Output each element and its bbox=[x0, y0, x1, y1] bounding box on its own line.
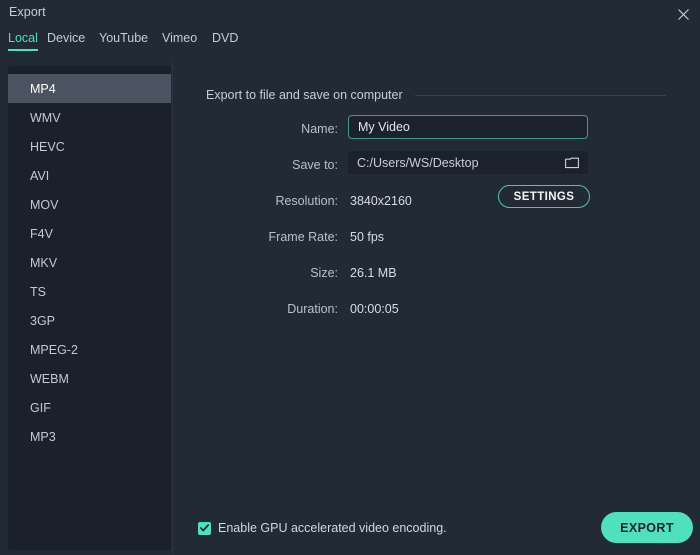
format-item-f4v[interactable]: F4V bbox=[8, 219, 171, 248]
export-button[interactable]: EXPORT bbox=[601, 512, 693, 543]
settings-button[interactable]: SETTINGS bbox=[498, 185, 590, 208]
tab-youtube[interactable]: YouTube bbox=[99, 31, 148, 51]
tab-bar: Local Device YouTube Vimeo DVD bbox=[0, 31, 700, 58]
format-item-ts[interactable]: TS bbox=[8, 277, 171, 306]
format-item-webm[interactable]: WEBM bbox=[8, 364, 171, 393]
format-item-mp4[interactable]: MP4 bbox=[8, 74, 171, 103]
duration-label: Duration: bbox=[287, 302, 338, 316]
close-button[interactable] bbox=[670, 2, 696, 26]
save-to-field[interactable]: C:/Users/WS/Desktop bbox=[348, 151, 588, 174]
size-label: Size: bbox=[310, 266, 338, 280]
format-item-gif[interactable]: GIF bbox=[8, 393, 171, 422]
format-item-3gp[interactable]: 3GP bbox=[8, 306, 171, 335]
name-input[interactable] bbox=[348, 115, 588, 139]
format-list: MP4 WMV HEVC AVI MOV F4V MKV TS 3GP MPEG-2 WEBM GIF… bbox=[8, 66, 171, 550]
frame-rate-value: 50 fps bbox=[350, 230, 385, 244]
section-header: Export to file and save on computer bbox=[206, 88, 666, 102]
tab-dvd[interactable]: DVD bbox=[212, 31, 238, 51]
format-item-hevc[interactable]: HEVC bbox=[8, 132, 171, 161]
save-to-path: C:/Users/WS/Desktop bbox=[357, 155, 479, 170]
window-title: Export bbox=[9, 5, 46, 19]
tab-vimeo[interactable]: Vimeo bbox=[162, 31, 197, 51]
export-settings-panel: Export to file and save on computer Name… bbox=[173, 58, 700, 555]
row-frame-rate: Frame Rate: 50 fps bbox=[173, 226, 700, 248]
section-title: Export to file and save on computer bbox=[206, 88, 403, 102]
format-item-mpeg-2[interactable]: MPEG-2 bbox=[8, 335, 171, 364]
format-item-mkv[interactable]: MKV bbox=[8, 248, 171, 277]
size-value: 26.1 MB bbox=[350, 266, 397, 280]
format-item-avi[interactable]: AVI bbox=[8, 161, 171, 190]
tab-local[interactable]: Local bbox=[8, 31, 38, 51]
frame-rate-label: Frame Rate: bbox=[268, 230, 338, 244]
row-save-to: Save to: C:/Users/WS/Desktop bbox=[173, 151, 700, 176]
gpu-acceleration-label: Enable GPU accelerated video encoding. bbox=[218, 521, 447, 535]
title-bar: Export bbox=[0, 0, 700, 30]
resolution-value: 3840x2160 bbox=[350, 194, 412, 208]
resolution-label: Resolution: bbox=[275, 194, 338, 208]
tab-device[interactable]: Device bbox=[47, 31, 85, 51]
format-item-wmv[interactable]: WMV bbox=[8, 103, 171, 132]
format-item-mp3[interactable]: MP3 bbox=[8, 422, 171, 451]
checkbox-box[interactable] bbox=[198, 521, 211, 535]
row-size: Size: 26.1 MB bbox=[173, 262, 700, 284]
check-icon bbox=[200, 524, 209, 532]
bottom-bar: Enable GPU accelerated video encoding. E… bbox=[173, 507, 700, 555]
close-icon bbox=[677, 8, 689, 20]
row-resolution: Resolution: 3840x2160 SETTINGS bbox=[173, 185, 700, 212]
save-to-label: Save to: bbox=[292, 158, 338, 172]
name-label: Name: bbox=[301, 122, 338, 136]
row-duration: Duration: 00:00:05 bbox=[173, 298, 700, 320]
section-rule bbox=[414, 94, 666, 96]
format-item-mov[interactable]: MOV bbox=[8, 190, 171, 219]
row-name: Name: bbox=[173, 115, 700, 140]
gpu-acceleration-checkbox[interactable]: Enable GPU accelerated video encoding. bbox=[198, 521, 447, 535]
folder-icon[interactable] bbox=[565, 157, 579, 169]
duration-value: 00:00:05 bbox=[350, 302, 399, 316]
